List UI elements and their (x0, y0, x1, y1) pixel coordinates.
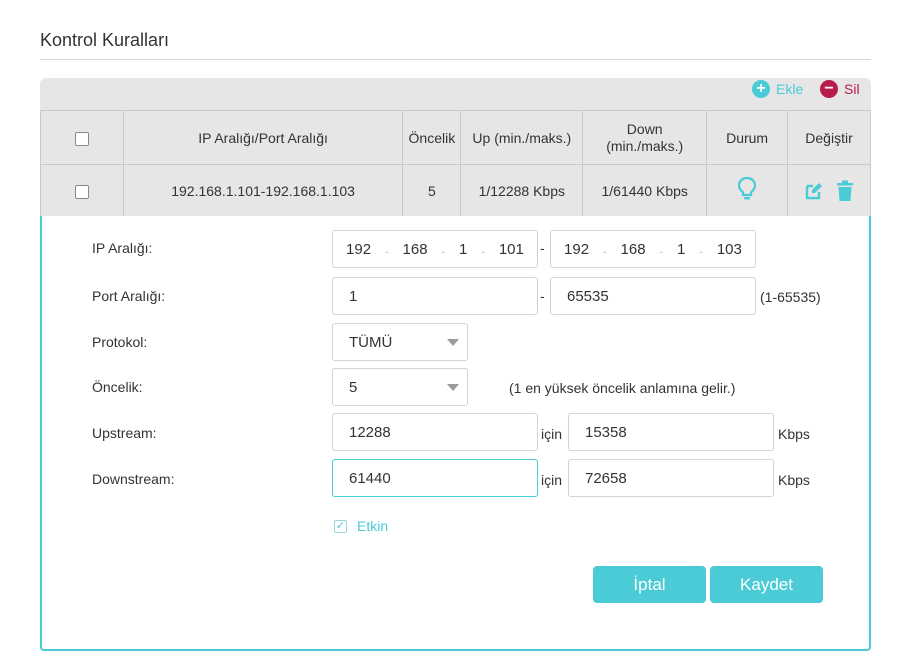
column-header-status: Durum (706, 110, 789, 165)
ip-start-octet-2[interactable]: 168 (403, 241, 428, 258)
title-divider (40, 59, 871, 60)
protocol-value: TÜMÜ (349, 333, 393, 351)
upstream-min-field[interactable] (332, 413, 538, 451)
protocol-label: Protokol: (92, 334, 148, 350)
edit-icon[interactable] (804, 181, 824, 201)
chevron-down-icon (447, 338, 459, 346)
column-header-up: Up (min./maks.) (460, 110, 584, 165)
select-all-cell (40, 110, 124, 165)
downstream-max-field[interactable] (568, 459, 774, 497)
table-row: 192.168.1.101-192.168.1.103 5 1/12288 Kb… (40, 164, 871, 217)
row-down: 1/61440 Kbps (582, 164, 708, 217)
priority-hint: (1 en yüksek öncelik anlamına gelir.) (509, 380, 736, 396)
upstream-max-input[interactable] (569, 423, 773, 441)
downstream-min-field[interactable] (332, 459, 538, 497)
ip-end-field[interactable]: 192. 168. 1. 103 (550, 230, 756, 268)
table-toolbar: + Ekle − Sil (40, 78, 871, 110)
port-start-input[interactable] (333, 287, 537, 305)
ip-range-label: IP Aralığı: (92, 240, 153, 256)
upstream-min-input[interactable] (333, 423, 537, 441)
downstream-max-input[interactable] (569, 469, 773, 487)
add-label: Ekle (776, 81, 804, 97)
add-button[interactable]: + Ekle (752, 78, 803, 100)
protocol-select[interactable]: TÜMÜ (332, 323, 468, 361)
upstream-max-field[interactable] (568, 413, 774, 451)
port-start-field[interactable] (332, 277, 538, 315)
save-button[interactable]: Kaydet (710, 566, 823, 603)
rules-table: IP Aralığı/Port Aralığı Öncelik Up (min.… (40, 110, 871, 217)
ip-start-octet-3[interactable]: 1 (459, 241, 467, 258)
row-ip-range: 192.168.1.101-192.168.1.103 (122, 164, 404, 217)
lightbulb-icon[interactable] (737, 176, 757, 202)
downstream-min-input[interactable] (333, 469, 537, 487)
port-end-field[interactable] (550, 277, 756, 315)
table-header-row: IP Aralığı/Port Aralığı Öncelik Up (min.… (40, 110, 871, 165)
ip-start-octet-1[interactable]: 192 (346, 241, 371, 258)
downstream-unit: Kbps (778, 472, 810, 488)
upstream-label: Upstream: (92, 425, 157, 441)
rule-edit-form: IP Aralığı: 192. 168. 1. 101 - 192. 168.… (40, 216, 871, 651)
delete-button[interactable]: − Sil (820, 78, 860, 100)
control-rules-panel: + Ekle − Sil IP Aralığı/Port Aralığı Önc… (40, 78, 871, 651)
row-up: 1/12288 Kbps (460, 164, 584, 217)
row-select-cell (40, 164, 124, 217)
row-priority: 5 (402, 164, 462, 217)
column-header-modify: Değiştir (787, 110, 871, 165)
port-range-hint: (1-65535) (760, 289, 821, 305)
upstream-unit: Kbps (778, 426, 810, 442)
trash-icon[interactable] (836, 180, 854, 202)
ip-start-octet-4[interactable]: 101 (499, 241, 524, 258)
plus-icon: + (752, 80, 770, 98)
column-header-priority: Öncelik (402, 110, 462, 165)
ip-range-separator: - (540, 240, 545, 256)
enable-label: Etkin (357, 518, 389, 534)
port-end-input[interactable] (551, 287, 755, 305)
minus-icon: − (820, 80, 838, 98)
priority-value: 5 (349, 378, 358, 396)
ip-start-field[interactable]: 192. 168. 1. 101 (332, 230, 538, 268)
row-status (706, 164, 789, 217)
chevron-down-icon (447, 383, 459, 391)
downstream-label: Downstream: (92, 471, 175, 487)
priority-label: Öncelik: (92, 379, 143, 395)
downstream-for-text: için (541, 472, 563, 488)
column-header-ip-range: IP Aralığı/Port Aralığı (122, 110, 404, 165)
ip-end-octet-4[interactable]: 103 (717, 241, 742, 258)
port-range-label: Port Aralığı: (92, 288, 166, 304)
upstream-for-text: için (541, 426, 563, 442)
ip-end-octet-2[interactable]: 168 (621, 241, 646, 258)
row-actions (787, 164, 871, 217)
cancel-button[interactable]: İptal (593, 566, 706, 603)
page-title: Kontrol Kuralları (40, 30, 170, 50)
column-header-down: Down (min./maks.) (582, 110, 708, 165)
row-checkbox[interactable] (74, 184, 89, 199)
checkmark-icon[interactable]: ✓ (334, 519, 347, 533)
priority-select[interactable]: 5 (332, 368, 468, 406)
select-all-checkbox[interactable] (74, 131, 89, 146)
enable-toggle[interactable]: ✓ Etkin (334, 518, 388, 534)
ip-end-octet-3[interactable]: 1 (677, 241, 685, 258)
ip-end-octet-1[interactable]: 192 (564, 241, 589, 258)
port-range-separator: - (540, 288, 545, 304)
delete-label: Sil (844, 81, 860, 97)
